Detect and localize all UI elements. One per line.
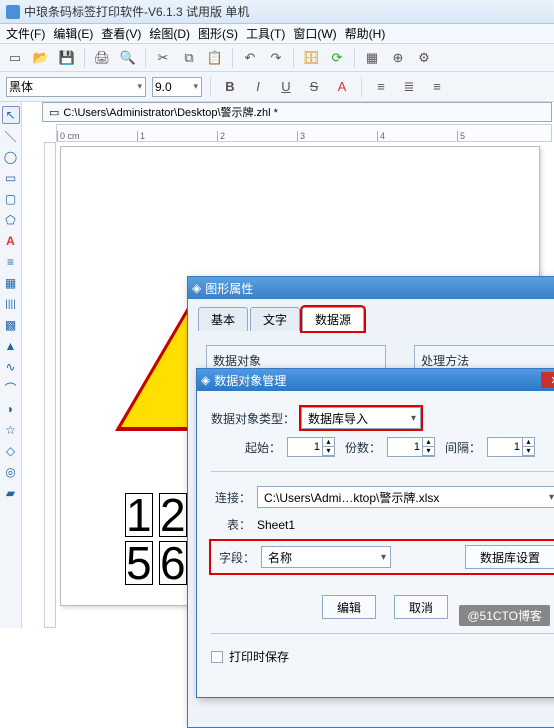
data-dialog-titlebar[interactable]: ◈ 数据对象管理 ✕ xyxy=(197,369,554,391)
menu-tool[interactable]: 工具(T) xyxy=(246,25,285,42)
conn-label: 连接： xyxy=(211,489,251,506)
document-tab[interactable]: ▭ C:\Users\Administrator\Desktop\警示牌.zhl… xyxy=(42,102,552,122)
richtext-tool[interactable]: ≡ xyxy=(2,253,20,271)
save-on-print-checkbox[interactable] xyxy=(211,651,223,663)
refresh-icon[interactable]: ⟳ xyxy=(326,47,348,69)
font-color-button[interactable]: A xyxy=(331,76,353,98)
start-label: 起始： xyxy=(211,439,281,456)
fill-tool[interactable]: ▰ xyxy=(2,484,20,502)
font-family-combo[interactable]: 黑体 xyxy=(6,77,146,97)
data-object-label: 数据对象 xyxy=(213,352,379,369)
rect-tool[interactable]: ▭ xyxy=(2,169,20,187)
type-label: 数据对象类型： xyxy=(211,410,295,427)
connection-dropdown[interactable]: C:\Users\Admi…ktop\警示牌.xlsx xyxy=(257,486,554,508)
barcode-tool[interactable]: |||| xyxy=(2,295,20,313)
step-label: 间隔： xyxy=(441,439,481,456)
start-spinner[interactable]: ▴▾ xyxy=(287,437,335,457)
align-left-button[interactable]: ≡ xyxy=(370,76,392,98)
cancel-button[interactable]: 取消 xyxy=(394,595,448,619)
tab-text[interactable]: 文字 xyxy=(250,307,300,331)
menu-shape[interactable]: 图形(S) xyxy=(198,25,238,42)
font-size-combo[interactable]: 9.0 xyxy=(152,77,202,97)
table-value: Sheet1 xyxy=(257,518,295,532)
undo-button[interactable]: ↶ xyxy=(239,47,261,69)
doc-path: C:\Users\Administrator\Desktop\警示牌.zhl * xyxy=(63,104,278,120)
menu-edit[interactable]: 编辑(E) xyxy=(53,25,93,42)
save-button[interactable]: 💾 xyxy=(56,47,78,69)
format-toolbar: 黑体 9.0 B I U S A ≡ ≣ ≡ xyxy=(0,72,554,102)
copy-button[interactable]: ⧉ xyxy=(178,47,200,69)
underline-button[interactable]: U xyxy=(275,76,297,98)
ellipse-tool[interactable]: ◯ xyxy=(2,148,20,166)
type-dropdown[interactable]: 数据库导入 xyxy=(301,407,421,429)
count-spinner[interactable]: ▴▾ xyxy=(387,437,435,457)
grid-icon[interactable]: ▦ xyxy=(361,47,383,69)
gear-icon: ◈ xyxy=(192,281,201,295)
shape-dialog-title[interactable]: ◈ 图形属性 xyxy=(188,277,554,299)
align-center-button[interactable]: ≣ xyxy=(398,76,420,98)
polygon-tool[interactable]: ⬠ xyxy=(2,211,20,229)
strike-button[interactable]: S xyxy=(303,76,325,98)
edit-button[interactable]: 编辑 xyxy=(322,595,376,619)
new-button[interactable]: ▭ xyxy=(4,47,26,69)
app-title: 中琅条码标签打印软件-V6.1.3 试用版 单机 xyxy=(24,3,249,20)
db-icon: ◈ xyxy=(201,373,210,387)
menu-help[interactable]: 帮助(H) xyxy=(345,25,386,42)
redo-button[interactable]: ↷ xyxy=(265,47,287,69)
text-tool[interactable]: A xyxy=(2,232,20,250)
canvas-area[interactable]: ▭ C:\Users\Administrator\Desktop\警示牌.zhl… xyxy=(22,102,554,628)
open-button[interactable]: 📂 xyxy=(30,47,52,69)
table-tool[interactable]: ▦ xyxy=(2,274,20,292)
zoom-icon[interactable]: ⊕ xyxy=(387,47,409,69)
db-icon[interactable]: 🗄 xyxy=(300,47,322,69)
menu-window[interactable]: 窗口(W) xyxy=(293,25,336,42)
menu-view[interactable]: 查看(V) xyxy=(101,25,141,42)
step-spinner[interactable]: ▴▾ xyxy=(487,437,535,457)
vertical-ruler xyxy=(44,142,56,628)
field-label: 字段： xyxy=(215,549,255,566)
italic-button[interactable]: I xyxy=(247,76,269,98)
close-button[interactable]: ✕ xyxy=(541,372,554,388)
align-right-button[interactable]: ≡ xyxy=(426,76,448,98)
pointer-tool[interactable]: ↖ xyxy=(2,106,20,124)
app-icon xyxy=(6,5,20,19)
image-tool[interactable]: ▲ xyxy=(2,337,20,355)
watermark: @51CTO博客 xyxy=(459,605,550,626)
menu-file[interactable]: 文件(F) xyxy=(6,25,45,42)
count-label: 份数： xyxy=(341,439,381,456)
field-dropdown[interactable]: 名称 xyxy=(261,546,391,568)
arc-tool[interactable]: ⌒ xyxy=(2,379,20,397)
qrcode-tool[interactable]: ▩ xyxy=(2,316,20,334)
table-label: 表： xyxy=(211,516,251,533)
digit-grid: 12 56 xyxy=(125,489,187,589)
ole-tool[interactable]: ◎ xyxy=(2,463,20,481)
settings-icon[interactable]: ⚙ xyxy=(413,47,435,69)
shape-tabs: 基本 文字 数据源 xyxy=(198,307,554,331)
save-on-print-label: 打印时保存 xyxy=(229,648,289,665)
bold-button[interactable]: B xyxy=(219,76,241,98)
roundrect-tool[interactable]: ▢ xyxy=(2,190,20,208)
doc-icon: ▭ xyxy=(49,106,59,119)
paste-button[interactable]: 📋 xyxy=(204,47,226,69)
tab-datasource[interactable]: 数据源 xyxy=(302,307,364,331)
print-button[interactable]: 🖨 xyxy=(91,47,113,69)
tab-basic[interactable]: 基本 xyxy=(198,307,248,331)
data-object-manage-dialog: ◈ 数据对象管理 ✕ 数据对象类型： 数据库导入 起始： ▴▾ 份数： ▴▾ 间… xyxy=(196,368,554,698)
app-titlebar: 中琅条码标签打印软件-V6.1.3 试用版 单机 xyxy=(0,0,554,24)
star-tool[interactable]: ☆ xyxy=(2,421,20,439)
horizontal-ruler: 0 cm12345 xyxy=(56,124,552,142)
cut-button[interactable]: ✂ xyxy=(152,47,174,69)
menu-draw[interactable]: 绘图(D) xyxy=(149,25,190,42)
chord-tool[interactable]: ◗ xyxy=(2,400,20,418)
curve-tool[interactable]: ∿ xyxy=(2,358,20,376)
menu-bar: 文件(F) 编辑(E) 查看(V) 绘图(D) 图形(S) 工具(T) 窗口(W… xyxy=(0,24,554,44)
process-method-label: 处理方法 xyxy=(421,352,549,369)
preview-button[interactable]: 🔍 xyxy=(117,47,139,69)
line-tool[interactable]: ＼ xyxy=(2,127,20,145)
left-toolbox: ↖ ＼ ◯ ▭ ▢ ⬠ A ≡ ▦ |||| ▩ ▲ ∿ ⌒ ◗ ☆ ◇ ◎ ▰ xyxy=(0,102,22,628)
main-toolbar: ▭ 📂 💾 🖨 🔍 ✂ ⧉ 📋 ↶ ↷ 🗄 ⟳ ▦ ⊕ ⚙ xyxy=(0,44,554,72)
workspace: ↖ ＼ ◯ ▭ ▢ ⬠ A ≡ ▦ |||| ▩ ▲ ∿ ⌒ ◗ ☆ ◇ ◎ ▰… xyxy=(0,102,554,628)
db-settings-button[interactable]: 数据库设置 xyxy=(465,545,554,569)
diamond-tool[interactable]: ◇ xyxy=(2,442,20,460)
